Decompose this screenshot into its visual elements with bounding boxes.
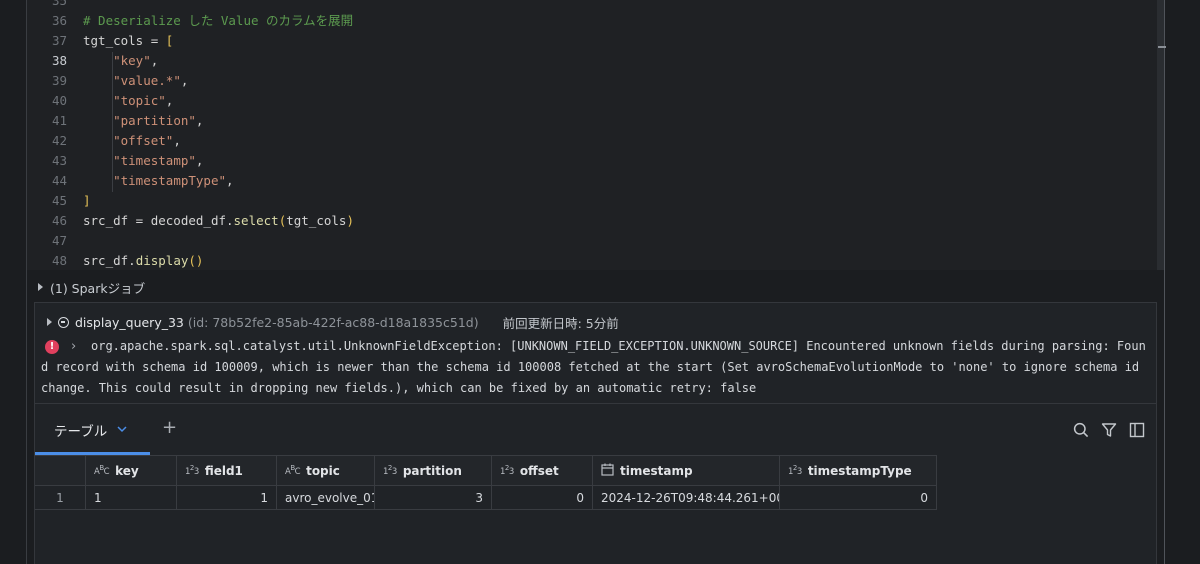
expand-arrow-icon [47,318,52,326]
filter-icon[interactable] [1101,422,1117,442]
cell-key[interactable]: 1 [86,486,177,510]
line-number: 39 [51,73,67,88]
integer-type-icon: 123 [185,464,199,477]
result-tabs: テーブル + [35,404,1156,455]
line-number: 47 [51,233,67,248]
add-tab-button[interactable]: + [162,417,177,439]
index-header [35,455,86,486]
code-text: src_df.display() [83,253,204,268]
code-line[interactable]: 45] [27,191,1157,211]
column-header-topic[interactable]: ABC topic [277,455,375,486]
editor-scrollbar[interactable] [1157,0,1164,270]
error-expand-chevron-icon[interactable]: › [71,338,76,356]
line-number: 37 [51,33,67,48]
code-text: "value.*", [113,73,189,88]
code-line[interactable]: 41 "partition", [27,111,1157,131]
line-number: 48 [51,253,67,268]
line-number: 36 [51,13,67,28]
calendar-icon [601,463,614,479]
integer-type-icon: 123 [500,464,514,477]
search-icon[interactable] [1073,422,1089,442]
column-header-key[interactable]: ABC key [86,455,177,486]
code-editor[interactable]: 35 36 # Deserialize した Value のカラムを展開 37 tgt_… [27,0,1157,270]
row-index: 1 [35,486,86,510]
code-text: "timestamp", [113,153,204,168]
code-line[interactable]: 36 # Deserialize した Value のカラムを展開 [27,11,1157,31]
code-line[interactable]: 43 "timestamp", [27,151,1157,171]
error-message: org.apache.spark.sql.catalyst.util.Unkno… [41,339,1146,395]
code-text: "topic", [113,93,174,108]
line-number: 42 [51,133,67,148]
cell-topic[interactable]: avro_evolve_01 [277,486,375,510]
code-line[interactable]: 42 "offset", [27,131,1157,151]
column-header-timestamp[interactable]: timestamp [593,455,780,486]
error-icon: ! [45,340,59,354]
table-row: 1 1 1 avro_evolve_01 3 0 2024-12-26T09:4… [35,486,937,510]
chevron-down-icon[interactable] [117,423,127,436]
string-type-icon: ABC [285,464,301,477]
line-number: 40 [51,93,67,108]
column-header-timestamptype[interactable]: 123 timestampType [780,455,937,486]
string-type-icon: ABC [94,464,110,477]
code-text: tgt_cols = [ [83,33,174,48]
code-text: "offset", [113,133,181,148]
line-number: 44 [51,173,67,188]
integer-type-icon: 123 [383,464,397,477]
code-line[interactable]: 47 [27,231,1157,251]
streaming-query-icon [58,316,69,328]
line-number: 46 [51,213,67,228]
tab-table[interactable]: テーブル [35,404,150,455]
column-header-partition[interactable]: 123 partition [375,455,492,486]
code-text: src_df = decoded_df.select(tgt_cols) [83,213,354,228]
line-number: 45 [51,193,67,208]
column-header-offset[interactable]: 123 offset [492,455,593,486]
line-number: 43 [51,153,67,168]
expand-arrow-icon [38,283,43,291]
code-text: ] [83,193,91,208]
line-number: 38 [51,53,67,68]
query-header[interactable]: display_query_33 (id: 78b52fe2-85ab-422f… [47,313,619,331]
table-header-row: ABC key 123 field1 ABC topic 123 partition 1… [35,455,937,486]
spark-jobs-toggle[interactable]: (1) Sparkジョブ [38,278,145,296]
code-text: "key", [113,53,159,68]
code-text: "timestampType", [113,173,234,188]
line-number: 41 [51,113,67,128]
code-line[interactable]: 38 "key", [27,51,1157,71]
cell-timestamp[interactable]: 2024-12-26T09:48:44.261+00:... [593,486,780,510]
side-panel-icon[interactable] [1129,422,1145,442]
cell-partition[interactable]: 3 [375,486,492,510]
line-number: 35 [51,0,67,8]
code-line[interactable]: 46 src_df = decoded_df.select(tgt_cols) [27,211,1157,231]
scroll-position-marker [1158,46,1166,48]
tab-table-label: テーブル [54,423,108,440]
code-line[interactable]: 44 "timestampType", [27,171,1157,191]
code-line[interactable]: 40 "topic", [27,91,1157,111]
code-line[interactable]: 35 [27,0,1157,11]
cell-timestamptype[interactable]: 0 [780,486,937,510]
code-line[interactable]: 39 "value.*", [27,71,1157,91]
query-id: (id: 78b52fe2-85ab-422f-ac88-d18a1835c51… [187,314,479,330]
spark-jobs-label: (1) Sparkジョブ [50,280,146,296]
query-name: display_query_33 [75,314,184,330]
cell-offset[interactable]: 0 [492,486,593,510]
cell-field1[interactable]: 1 [177,486,277,510]
code-line[interactable]: 37 tgt_cols = [ [27,31,1157,51]
column-header-field1[interactable]: 123 field1 [177,455,277,486]
integer-type-icon: 123 [788,464,802,477]
code-text: # Deserialize した Value のカラムを展開 [83,13,354,28]
right-strip [1165,0,1200,564]
last-updated: 前回更新日時: 5分前 [502,315,619,331]
code-line[interactable]: 48 src_df.display() [27,251,1157,271]
cell-output: display_query_33 (id: 78b52fe2-85ab-422f… [34,302,1157,564]
code-text: "partition", [113,113,204,128]
